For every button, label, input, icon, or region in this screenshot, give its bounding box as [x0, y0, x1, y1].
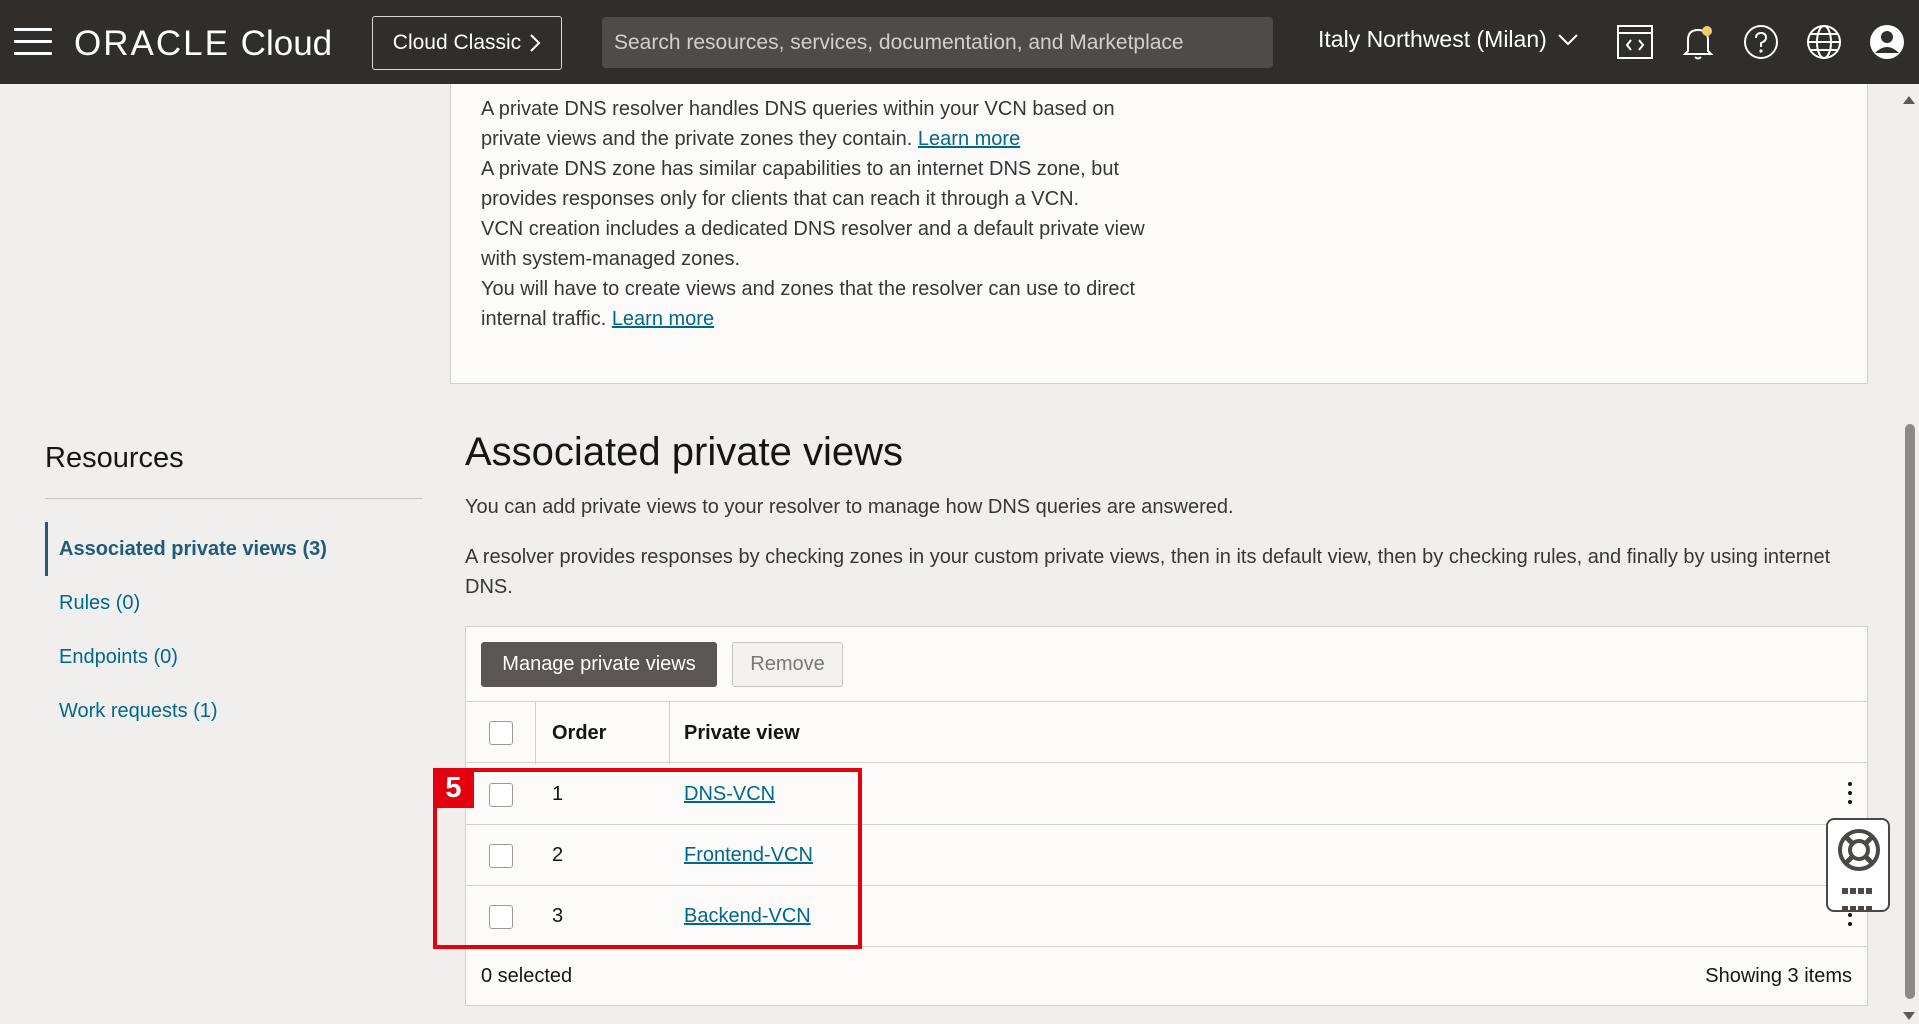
table-row: 1 DNS-VCN [466, 764, 1867, 825]
row-checkbox[interactable] [489, 783, 513, 807]
help-widget[interactable] [1826, 818, 1890, 912]
private-view-link[interactable]: Backend-VCN [684, 905, 811, 928]
resource-item-associated-private-views[interactable]: Associated private views (3) [45, 522, 423, 576]
manage-private-views-button[interactable]: Manage private views [481, 642, 717, 687]
cloud-classic-button[interactable]: Cloud Classic [372, 16, 562, 70]
resource-item-work-requests[interactable]: Work requests (1) [45, 684, 423, 738]
remove-button[interactable]: Remove [732, 642, 843, 687]
row-checkbox[interactable] [489, 905, 513, 929]
resources-divider [45, 498, 423, 499]
row-order: 1 [552, 783, 564, 805]
help-icon[interactable] [1740, 21, 1782, 63]
cloud-classic-label: Cloud Classic [392, 31, 522, 54]
info-line-3: VCN creation includes a dedicated DNS re… [481, 218, 1145, 270]
scrollbar-thumb[interactable] [1905, 424, 1915, 999]
chevron-down-icon [1558, 33, 1578, 45]
search-input[interactable] [602, 17, 1273, 68]
notification-bell-icon[interactable] [1677, 21, 1719, 63]
oracle-cloud-logo[interactable]: ORACLE Cloud [74, 24, 332, 64]
top-navigation-bar: ORACLE Cloud Cloud Classic Italy Northwe… [0, 0, 1919, 84]
chevron-right-icon [530, 34, 541, 52]
section-title: Associated private views [465, 430, 903, 474]
app-grid-icon [1842, 884, 1876, 920]
select-all-checkbox[interactable] [489, 721, 513, 745]
column-header-private-view[interactable]: Private view [684, 722, 800, 745]
row-checkbox[interactable] [489, 844, 513, 868]
column-separator [535, 702, 536, 764]
dns-info-text: A private DNS resolver handles DNS queri… [481, 94, 1161, 334]
globe-icon[interactable] [1803, 21, 1845, 63]
dns-info-card: A private DNS resolver handles DNS queri… [450, 84, 1868, 384]
column-header-order[interactable]: Order [552, 722, 606, 745]
learn-more-link-2[interactable]: Learn more [612, 308, 714, 330]
user-avatar-icon[interactable] [1866, 21, 1908, 63]
region-selector[interactable]: Italy Northwest (Milan) [1318, 26, 1579, 53]
logo-product: Cloud [240, 24, 333, 63]
row-actions-kebab-icon[interactable] [1846, 782, 1854, 808]
showing-count: Showing 3 items [1705, 965, 1852, 987]
row-order: 2 [552, 844, 564, 866]
selected-count: 0 selected [481, 965, 573, 987]
resources-title: Resources [45, 442, 184, 474]
table-header: Order Private view [466, 701, 1867, 764]
row-order: 3 [552, 905, 564, 927]
table-row: 3 Backend-VCN [466, 886, 1867, 947]
scroll-down-arrow-icon[interactable] [1903, 1012, 1915, 1020]
lifebuoy-icon [1838, 829, 1880, 871]
info-line-2: A private DNS zone has similar capabilit… [481, 158, 1120, 210]
resource-item-endpoints[interactable]: Endpoints (0) [45, 630, 423, 684]
page-scrollbar[interactable] [1897, 84, 1919, 1024]
annotation-badge: 5 [433, 768, 474, 808]
scroll-up-arrow-icon[interactable] [1903, 96, 1915, 104]
section-description-1: You can add private views to your resolv… [465, 496, 1234, 518]
private-view-link[interactable]: DNS-VCN [684, 783, 775, 806]
logo-brand: ORACLE [74, 24, 230, 63]
resource-item-rules[interactable]: Rules (0) [45, 576, 423, 630]
resources-list: Associated private views (3) Rules (0) E… [45, 522, 423, 738]
learn-more-link-1[interactable]: Learn more [918, 128, 1020, 150]
column-separator [669, 702, 670, 764]
table-row: 2 Frontend-VCN [466, 825, 1867, 886]
hamburger-icon[interactable] [14, 28, 52, 56]
code-editor-icon[interactable] [1614, 21, 1656, 63]
region-label: Italy Northwest (Milan) [1318, 26, 1547, 52]
info-line-4: You will have to create views and zones … [481, 278, 1136, 330]
section-description-2: A resolver provides responses by checkin… [465, 546, 1831, 598]
private-views-table: Manage private views Remove Order Privat… [465, 626, 1868, 1006]
private-view-link[interactable]: Frontend-VCN [684, 844, 813, 867]
